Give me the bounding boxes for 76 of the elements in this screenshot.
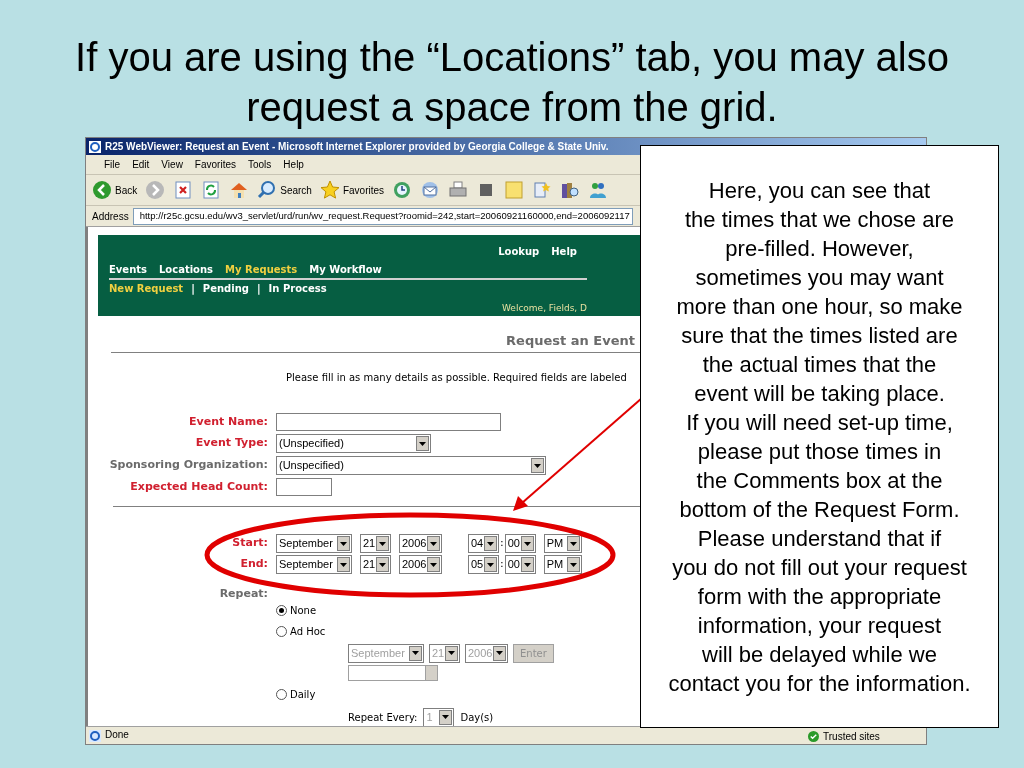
radio-button[interactable]: [276, 625, 287, 637]
month-dropdown[interactable]: September: [276, 555, 352, 574]
radio-button[interactable]: [276, 604, 287, 616]
date-list-field[interactable]: [348, 664, 438, 681]
zone-text: Trusted sites: [823, 731, 881, 742]
welcome-text: Welcome, Fields, D: [502, 302, 587, 315]
nav-tab[interactable]: My Requests: [225, 262, 298, 277]
menu-item[interactable]: Edit: [132, 157, 150, 172]
nav-tab[interactable]: Events: [109, 262, 147, 277]
day-dropdown[interactable]: 21: [360, 555, 391, 574]
separator: |: [256, 282, 261, 296]
check-icon: [808, 731, 819, 742]
header-link[interactable]: Lookup: [498, 244, 540, 259]
mail-icon[interactable]: [420, 180, 441, 200]
date-label: End:: [240, 556, 268, 573]
repeat-every-label: Repeat Every:: [348, 710, 418, 725]
field-label: Event Name:: [189, 413, 268, 430]
field-label: Event Type:: [195, 435, 268, 452]
day-dropdown[interactable]: 21: [360, 534, 391, 553]
messenger-icon[interactable]: [588, 180, 609, 200]
sub-tab[interactable]: In Process: [268, 281, 327, 296]
text-field[interactable]: [276, 413, 501, 431]
time-separator: :: [500, 535, 504, 552]
field-label: Expected Head Count:: [130, 478, 268, 495]
status-text: Done: [105, 728, 129, 742]
radio-label[interactable]: Daily: [290, 686, 316, 702]
header-link[interactable]: Help: [551, 244, 577, 259]
stop-icon[interactable]: [173, 180, 194, 200]
date-label: Start:: [232, 535, 268, 552]
type-dropdown[interactable]: (Unspecified): [276, 434, 431, 453]
menu-item[interactable]: Tools: [248, 157, 272, 172]
menu-item[interactable]: View: [161, 157, 183, 172]
search-icon[interactable]: [257, 180, 278, 200]
radio-button[interactable]: [276, 688, 287, 700]
toolbar-label[interactable]: Favorites: [342, 182, 385, 198]
printer-icon[interactable]: [448, 180, 469, 200]
field-label: Sponsoring Organization:: [109, 457, 268, 474]
year-dropdown[interactable]: 2006: [399, 555, 442, 574]
menu-item[interactable]: Favorites: [194, 157, 236, 172]
ampm-dropdown[interactable]: PM: [543, 534, 582, 553]
radio-label[interactable]: Ad Hoc: [290, 623, 326, 639]
minute-dropdown[interactable]: 00: [504, 555, 536, 574]
separator: |: [191, 282, 195, 296]
ampm-dropdown[interactable]: PM: [543, 555, 582, 574]
repeat-label: Repeat:: [219, 586, 268, 602]
toolbar-label[interactable]: Search: [280, 182, 312, 198]
browser-icon: [89, 140, 101, 153]
slide-title: If you are using the “Locations” tab, you may also request a space from the grid.: [74, 34, 950, 131]
menu-item[interactable]: Help: [283, 157, 304, 172]
month-dropdown[interactable]: September: [276, 534, 352, 553]
address-field[interactable]: http://r25c.gcsu.edu/wv3_servlet/urd/run/wv_request.Request?roomid=242,start=20060921160000,end=2006092117: [132, 207, 633, 225]
books-icon[interactable]: [560, 180, 581, 200]
hour-dropdown[interactable]: 04: [468, 534, 499, 553]
star-icon[interactable]: [319, 180, 340, 200]
nav-tab[interactable]: Locations: [159, 262, 214, 277]
text-field[interactable]: [276, 478, 332, 496]
page-heading: Request an Event: [506, 331, 635, 350]
instructions-text: Please fill in as many details as possible. Required fields are labeled: [286, 371, 628, 385]
refresh-icon[interactable]: [201, 180, 222, 200]
time-separator: :: [500, 556, 504, 573]
page-icon: [89, 730, 101, 742]
window-title: R25 WebViewer: Request an Event - Microsoft Internet Explorer provided by Georgia College & State Univ.: [105, 140, 609, 154]
nav-tab[interactable]: My Workflow: [309, 262, 382, 277]
toolbar-label[interactable]: Back: [115, 182, 138, 198]
year-dropdown[interactable]: 2006: [399, 534, 442, 553]
callout-text: Here, you can see that the times that we chose are pre-filled. However, sometimes you may want more than one hour, so make sure that the times listed are the actual times that the event will be taking place. If you will need set-up time, please put those times in the Comments box at the bottom of the Request Form. Please understand that if you do not fill out your request form with the appropriate information, your request will be delayed while we contact you for the information.: [668, 176, 971, 698]
sub-tab[interactable]: Pending: [202, 281, 249, 296]
radio-label[interactable]: None: [290, 602, 317, 618]
address-label: Address: [92, 209, 129, 224]
organization-dropdown[interactable]: (Unspecified): [276, 456, 546, 475]
minute-dropdown[interactable]: 00: [504, 534, 536, 553]
hour-dropdown[interactable]: 05: [468, 555, 499, 574]
menu-item[interactable]: File: [104, 157, 121, 172]
sub-tab[interactable]: New Request: [109, 281, 184, 296]
unit-label: Day(s): [460, 710, 494, 725]
history-icon[interactable]: [392, 180, 413, 200]
